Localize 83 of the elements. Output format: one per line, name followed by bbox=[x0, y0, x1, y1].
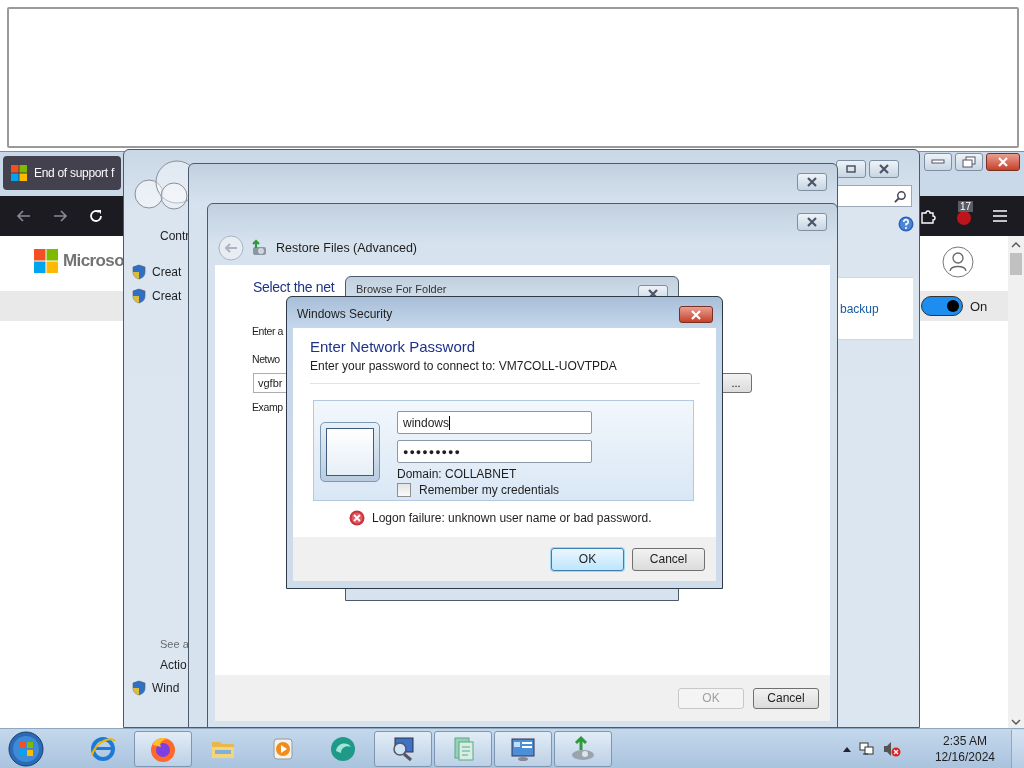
minimize-icon bbox=[931, 159, 945, 165]
shield-icon bbox=[132, 680, 146, 696]
close-button[interactable] bbox=[797, 213, 827, 231]
toggle-label: On bbox=[970, 298, 988, 314]
task-link[interactable]: Creat bbox=[152, 289, 182, 303]
control-panel-icon bbox=[509, 735, 537, 763]
restore-icon bbox=[962, 156, 976, 168]
maximize-button[interactable] bbox=[836, 160, 866, 178]
close-button[interactable] bbox=[679, 306, 713, 323]
task-link[interactable]: Contr bbox=[160, 229, 190, 243]
browser-tab[interactable]: End of support f bbox=[3, 156, 121, 190]
windows-logo-icon bbox=[34, 249, 58, 273]
shield-icon bbox=[132, 264, 146, 280]
help-icon[interactable] bbox=[898, 216, 914, 232]
account-icon[interactable] bbox=[942, 246, 974, 278]
close-icon bbox=[690, 309, 702, 320]
username-field[interactable]: windows bbox=[397, 411, 592, 434]
windows-logo-icon bbox=[11, 165, 27, 181]
scrollbar[interactable] bbox=[1008, 236, 1024, 729]
example-text: Examp bbox=[252, 401, 283, 413]
task-link[interactable]: Creat bbox=[152, 265, 182, 279]
field-label: Netwo bbox=[252, 353, 280, 365]
backup-icon bbox=[569, 735, 597, 763]
close-button[interactable] bbox=[797, 173, 827, 191]
taskbar-button[interactable] bbox=[494, 731, 552, 767]
muted-speaker-icon[interactable] bbox=[882, 741, 901, 757]
checkbox-label[interactable]: Remember my credentials bbox=[419, 483, 560, 497]
dialog-button[interactable]: Cancel bbox=[632, 547, 705, 571]
close-icon bbox=[647, 289, 659, 299]
instruction-text: Enter a bbox=[252, 325, 284, 337]
close-icon bbox=[806, 217, 818, 227]
scroll-thumb[interactable] bbox=[1010, 253, 1022, 275]
window-title: Restore Files (Advanced) bbox=[276, 241, 418, 255]
checkbox[interactable] bbox=[397, 483, 411, 497]
error-message: Logon failure: unknown user name or bad password. bbox=[372, 511, 652, 525]
search-field[interactable] bbox=[836, 185, 912, 207]
scroll-down-icon[interactable] bbox=[1011, 719, 1021, 725]
globe-icon bbox=[89, 735, 117, 763]
domain-text: Domain: COLLABNET bbox=[397, 467, 518, 481]
close-button[interactable] bbox=[986, 153, 1020, 171]
reload-icon[interactable] bbox=[88, 208, 104, 224]
dialog-button[interactable]: OK bbox=[551, 547, 624, 571]
close-icon bbox=[997, 157, 1009, 167]
clock-date[interactable]: 12/16/2024 bbox=[934, 749, 995, 765]
connect-text: Enter your password to connect to: VM7COLL-UOVTPDA bbox=[310, 359, 618, 373]
logo-text: Microso bbox=[63, 251, 124, 271]
task-link[interactable]: Actio bbox=[160, 658, 187, 672]
user-tile bbox=[320, 422, 380, 482]
search-icon bbox=[894, 189, 907, 203]
error-icon bbox=[349, 510, 365, 526]
close-icon bbox=[806, 177, 818, 187]
backup-link[interactable]: backup bbox=[840, 301, 879, 316]
dialog-button[interactable]: Cancel bbox=[753, 687, 819, 709]
restore-button[interactable] bbox=[955, 153, 983, 171]
toggle-switch[interactable] bbox=[921, 296, 963, 316]
dialog-title: Windows Security bbox=[297, 307, 393, 321]
taskbar-button[interactable] bbox=[554, 731, 612, 767]
swirl-icon bbox=[329, 735, 357, 763]
network-icon[interactable] bbox=[858, 741, 875, 757]
maximize-icon bbox=[845, 164, 857, 174]
scroll-up-icon[interactable] bbox=[1011, 242, 1021, 248]
menu-icon[interactable] bbox=[992, 209, 1008, 223]
backup-icon bbox=[250, 239, 268, 257]
minimize-button[interactable] bbox=[924, 153, 952, 171]
forward-arrow-icon[interactable] bbox=[52, 208, 68, 224]
puzzle-icon[interactable] bbox=[920, 208, 936, 224]
count-badge: 17 bbox=[958, 201, 974, 212]
show-hidden-icons-icon[interactable] bbox=[842, 746, 851, 752]
dialog-title: Browse For Folder bbox=[356, 283, 447, 295]
shield-icon bbox=[132, 288, 146, 304]
taskbar-button[interactable] bbox=[134, 731, 192, 767]
close-button[interactable] bbox=[869, 160, 899, 178]
dialog-heading: Enter Network Password bbox=[310, 338, 477, 355]
close-icon bbox=[878, 164, 890, 174]
task-link[interactable]: Wind bbox=[152, 681, 180, 695]
extension-icon[interactable] bbox=[956, 210, 972, 226]
password-field[interactable]: ●●●●●●●●● bbox=[397, 440, 592, 463]
page-heading: Select the net bbox=[253, 279, 335, 295]
back-arrow-icon[interactable] bbox=[16, 208, 32, 224]
taskbar-button[interactable] bbox=[374, 731, 432, 767]
flame-globe-icon bbox=[149, 735, 177, 763]
clock-time[interactable]: 2:35 AM bbox=[942, 733, 987, 749]
start-button-icon[interactable] bbox=[8, 731, 44, 767]
